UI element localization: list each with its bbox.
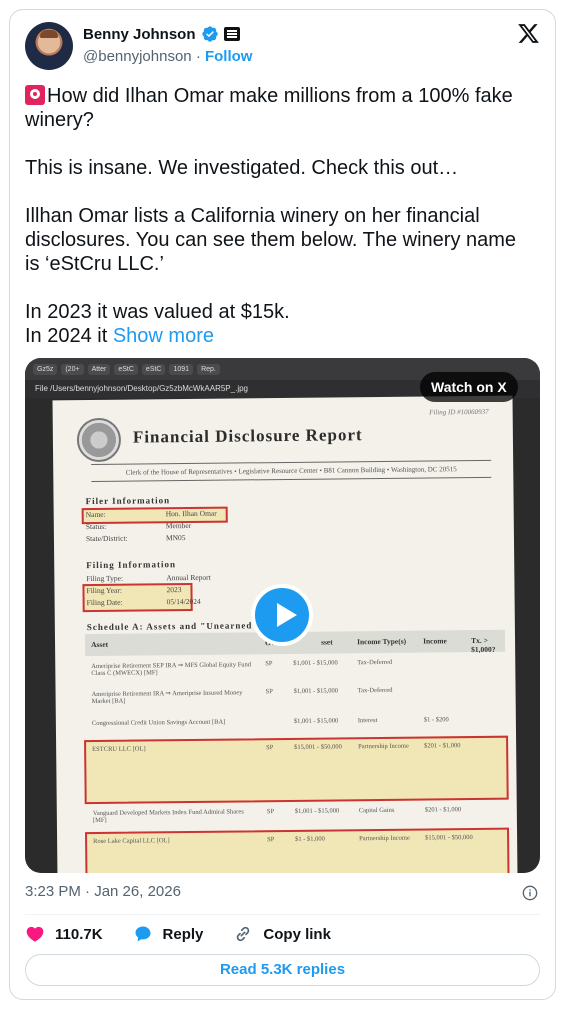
filer-heading: Filer Information [85,495,171,507]
tweet-line-2: This is insane. We investigated. Check t… [25,157,459,179]
avatar[interactable] [25,22,73,70]
tweet-line-4: In 2023 it was valued at $15k. [25,301,290,323]
filer-row: Name: Hon. Ilhan Omar [85,508,217,520]
table-row: Ameriprise Retirement SEP IRA ⇒ MFS Glob… [91,658,393,678]
reply-label: Reply [162,925,204,943]
siren-emoji-icon [25,85,45,105]
document-title: Financial Disclosure Report [132,425,363,447]
heart-icon [26,926,44,942]
tweet-line-1: How did Ilhan Omar make millions from a … [25,85,513,131]
divider [25,914,540,915]
separator-dot: · [195,48,201,65]
filing-heading: Filing Information [86,559,177,571]
like-button[interactable]: 110.7K [25,924,103,944]
browser-tab: Atter [87,363,111,375]
filer-row: State/District: MN05 [85,533,186,544]
reply-button[interactable]: Reply [133,924,204,944]
x-logo-icon[interactable] [517,22,540,45]
filing-row: Filing Type: Annual Report [86,572,211,584]
copy-link-label: Copy link [263,925,331,943]
follow-button[interactable]: Follow [205,48,253,65]
video-player[interactable]: Gz5z (20+ Atter eStC eStC 1091 Rep. File… [25,358,540,873]
author-name-row: Benny Johnson [83,25,240,43]
link-icon [237,926,250,942]
action-bar: 110.7K Reply Copy link [25,924,361,944]
watch-on-x-button[interactable]: Watch on X [420,372,518,402]
read-replies-button[interactable]: Read 5.3K replies [25,954,540,986]
tweet-text: How did Ilhan Omar make millions from a … [25,84,535,348]
address-prefix: File [35,384,48,393]
author-name[interactable]: Benny Johnson [83,26,196,43]
author-handle-row: @bennyjohnson · Follow [83,48,252,65]
like-count: 110.7K [55,925,103,943]
tweet-line-3: Illhan Omar lists a California winery on… [25,205,517,275]
clerk-line: Clerk of the House of Representatives • … [91,459,492,483]
author-handle[interactable]: @bennyjohnson [83,48,192,65]
tweet-line-5: In 2024 it [25,325,113,347]
show-more-link[interactable]: Show more [113,325,214,347]
reply-bubble-icon [135,926,151,942]
table-row: Congressional Credit Union Savings Accou… [91,716,449,728]
browser-tab: eStC [141,363,166,375]
info-icon[interactable] [522,885,538,901]
verified-badge-icon [201,26,218,42]
schedule-heading: Schedule A: Assets and "Unearned" I [86,620,267,633]
filing-row: Filing Date: 05/14/2024 [86,596,201,608]
house-seal-icon [76,417,122,463]
filing-row: Filing Year: 2023 [86,585,182,596]
browser-tab: (20+ [61,363,84,375]
filing-id: Filing ID #10060937 [429,407,489,417]
table-row: Vanguard Developed Markets Index Fund Ad… [92,806,462,825]
filer-row: Status: Member [85,520,192,532]
browser-tab: Gz5z [33,363,58,375]
table-row: Ameriprise Retirement IRA ⇒ Ameriprise I… [91,686,393,706]
affiliate-badge-icon[interactable] [223,27,240,41]
browser-tab: eStC [114,363,138,375]
address-path: /Users/bennyjohnson/Desktop/Gz5zbMcWkAAR… [50,384,248,393]
browser-tab: 1091 [169,363,194,375]
browser-tab: Rep. [197,363,220,375]
play-button-icon[interactable] [251,584,313,646]
copy-link-button[interactable]: Copy link [233,924,331,944]
tweet-timestamp[interactable]: 3:23 PM · Jan 26, 2026 [25,883,181,900]
